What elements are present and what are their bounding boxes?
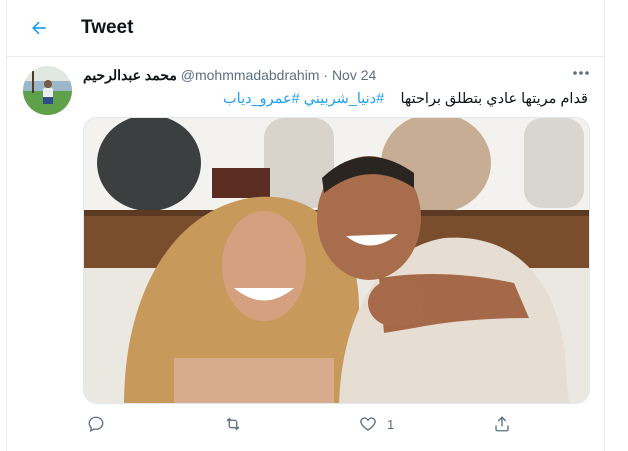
retweet-icon	[226, 417, 240, 431]
reply-icon	[88, 416, 104, 432]
avatar[interactable]	[23, 66, 72, 115]
tweet-hashtags[interactable]: #دنيا_شربيني #عمرو_دياب	[223, 89, 384, 109]
tweet-photo[interactable]	[83, 117, 590, 404]
retweet-button[interactable]	[223, 412, 243, 436]
back-button[interactable]	[25, 14, 53, 42]
reply-button[interactable]	[87, 412, 105, 436]
tweet-meta: محمد عبدالرحيم @mohmmadabdrahim · Nov 24	[83, 67, 376, 84]
tweet-page: Tweet محمد عبدالرحيم @mohmmadabdrahim · …	[6, 0, 605, 451]
share-button[interactable]	[493, 412, 511, 436]
page-header: Tweet	[7, 0, 604, 57]
author-handle[interactable]: @mohmmadabdrahim	[181, 67, 320, 83]
tweet-actions: 1	[83, 410, 590, 438]
tweet-date[interactable]: Nov 24	[332, 67, 376, 83]
more-button[interactable]	[570, 63, 592, 83]
more-horizontal-icon	[573, 71, 589, 75]
heart-icon	[360, 417, 376, 431]
author-name[interactable]: محمد عبدالرحيم	[83, 67, 177, 83]
like-button[interactable]: 1	[359, 412, 394, 436]
like-count: 1	[387, 416, 395, 432]
meta-separator: ·	[323, 67, 329, 83]
arrow-left-icon	[32, 21, 46, 35]
page-title: Tweet	[81, 17, 134, 38]
share-icon	[495, 416, 509, 432]
